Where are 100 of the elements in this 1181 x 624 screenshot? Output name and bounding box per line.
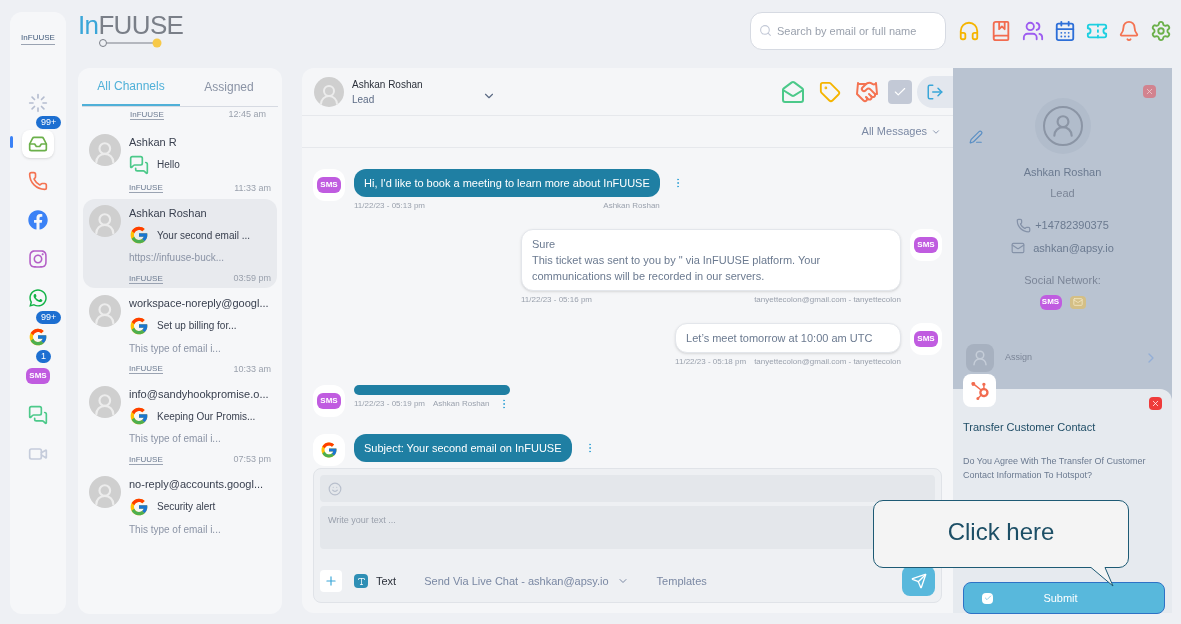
close-button[interactable] [1149, 397, 1162, 410]
avatar [89, 385, 121, 418]
conversation-item[interactable]: Ashkan R Hello InFUUSE 11:33 am [83, 128, 277, 198]
count-badge: 99+ [36, 116, 62, 129]
google-icon [129, 225, 149, 245]
message-bubble: Sure This ticket was sent to you by " via InFUUSE platform. Your communications will be recorded in our servers. [521, 229, 901, 291]
brand-logo: InFUUSE [78, 12, 184, 48]
message-snippet: This type of email i... [129, 432, 222, 446]
rail-item[interactable]: SMS [24, 363, 52, 389]
rail-item[interactable] [22, 130, 54, 158]
templates-link[interactable]: Templates [656, 572, 707, 590]
count-badge: 99+ [36, 311, 62, 324]
avatar [89, 295, 121, 327]
contact-name: Ashkan Roshan [352, 77, 424, 92]
handshake-icon [855, 79, 879, 104]
message-date: 11/22/23 - 05:18 pm [675, 356, 747, 368]
contact-name: info@sandyhookpromise.o... [129, 386, 270, 402]
google-icon [129, 406, 149, 426]
message-snippet: This type of email i... [129, 522, 222, 537]
conversation-item[interactable]: Ashkan Roshan Your second email ... https://infuuse-buck... InFUUSE 03:59 pm [83, 198, 277, 288]
sms-icon: SMS [317, 177, 341, 193]
plus-icon [324, 574, 338, 588]
callout-text: Click here [946, 517, 1056, 547]
avatar [89, 204, 121, 237]
contact-phone: +14782390375 [1035, 218, 1109, 233]
mini-logo: InFUUSE [129, 365, 163, 374]
check-button[interactable] [888, 79, 912, 104]
add-button[interactable] [320, 570, 342, 592]
contact-role: Lead [1050, 185, 1075, 201]
emoji-icon[interactable] [328, 481, 342, 496]
mini-logo: InFUUSE [129, 455, 163, 465]
headset-icon[interactable] [958, 20, 980, 42]
social-label: Social Network: [1024, 273, 1101, 288]
mini-logo: InFUUSE [129, 184, 163, 193]
exit-icon [926, 82, 944, 101]
search-field[interactable]: Search by email or full name [750, 12, 946, 50]
contact-name: workspace-noreply@googl... [129, 296, 270, 311]
message-snippet: This type of email i... [129, 341, 222, 356]
notification-icon[interactable] [1118, 20, 1140, 42]
sms-icon: SMS [914, 331, 938, 347]
contact-role: Lead [352, 92, 376, 107]
checkbox[interactable] [982, 592, 993, 604]
tag-icon [819, 80, 841, 103]
message-date: 11/22/23 - 05:16 pm [521, 294, 592, 306]
send-button[interactable] [902, 566, 935, 596]
calendar-icon[interactable] [1054, 20, 1076, 42]
active-indicator [10, 136, 13, 148]
sms-icon: SMS [317, 393, 341, 409]
settings-icon[interactable] [1150, 20, 1172, 42]
mode-label: Text [376, 573, 397, 589]
submit-button[interactable]: Submit [963, 582, 1165, 614]
hubspot-logo [963, 374, 996, 407]
send-via-dropdown[interactable]: Send Via Live Chat - ashkan@apsy.io [424, 572, 629, 590]
conversation-item[interactable]: info@sandyhookpromise.o... Keeping Our Promis... This type of email i... InFUUSE 07:53 pm [83, 379, 277, 469]
message-author: Ashkan Roshan [433, 398, 490, 410]
time: 10:33 am [233, 362, 271, 376]
message-preview: Keeping Our Promis... [157, 409, 256, 424]
text-icon [354, 574, 368, 588]
inbox-icon[interactable] [28, 134, 48, 154]
message-author: tanyettecolon@gmail.com - tanyettecolon [754, 294, 901, 306]
message-date: 11/22/23 - 05:13 pm [354, 200, 425, 212]
avatar [314, 76, 344, 107]
google-icon [129, 315, 149, 336]
google-icon [28, 327, 48, 347]
composer[interactable]: Write your text ... Text Send Via Live Chat - ashkan@apsy.io Templates [313, 468, 942, 603]
message-filter[interactable]: All Messages [861, 123, 941, 140]
message-preview: Hello [157, 158, 180, 172]
message-date: 11/22/23 - 05:19 pm [354, 398, 425, 410]
edit-icon[interactable] [969, 130, 983, 144]
mini-logo: InFUUSE [130, 110, 164, 120]
contact-name: Ashkan R [129, 135, 178, 150]
tab[interactable]: Assigned [180, 68, 278, 106]
message-author: Ashkan Roshan [603, 200, 660, 212]
avatar [89, 134, 121, 166]
envelope-icon [781, 79, 805, 104]
user-icon [966, 343, 994, 372]
search-icon [759, 24, 772, 37]
chat-bubbles-icon [129, 154, 149, 175]
sms-icon: SMS [914, 237, 938, 253]
time: 11:33 am [234, 181, 271, 195]
tab[interactable]: All Channels [82, 68, 180, 106]
time: 07:53 pm [233, 453, 271, 467]
message-preview: Security alert [157, 500, 216, 514]
mail-icon [1069, 295, 1086, 309]
contact-name: Ashkan Roshan [129, 205, 208, 221]
book-icon[interactable] [990, 20, 1012, 42]
rail-logo: InFUUSE [21, 32, 55, 45]
exit-button[interactable] [917, 75, 953, 108]
time: 12:45 am [228, 108, 266, 122]
message-preview: Set up billing for... [157, 319, 237, 333]
close-icon [1151, 399, 1160, 408]
contact-name: no-reply@accounts.googl... [129, 477, 265, 492]
close-button[interactable] [1143, 85, 1156, 98]
conversation-item[interactable]: no-reply@accounts.googl... Security alert This type of email i... [83, 470, 277, 540]
sms-icon: SMS [26, 368, 50, 384]
dialog-title: Transfer Customer Contact [963, 420, 1097, 435]
team-icon[interactable] [1022, 20, 1044, 42]
message-preview: Your second email ... [157, 228, 251, 243]
google-icon [320, 441, 338, 459]
conversation-item[interactable]: workspace-noreply@googl... Set up billing for... This type of email i... InFUUSE 10:33 am [83, 289, 277, 379]
